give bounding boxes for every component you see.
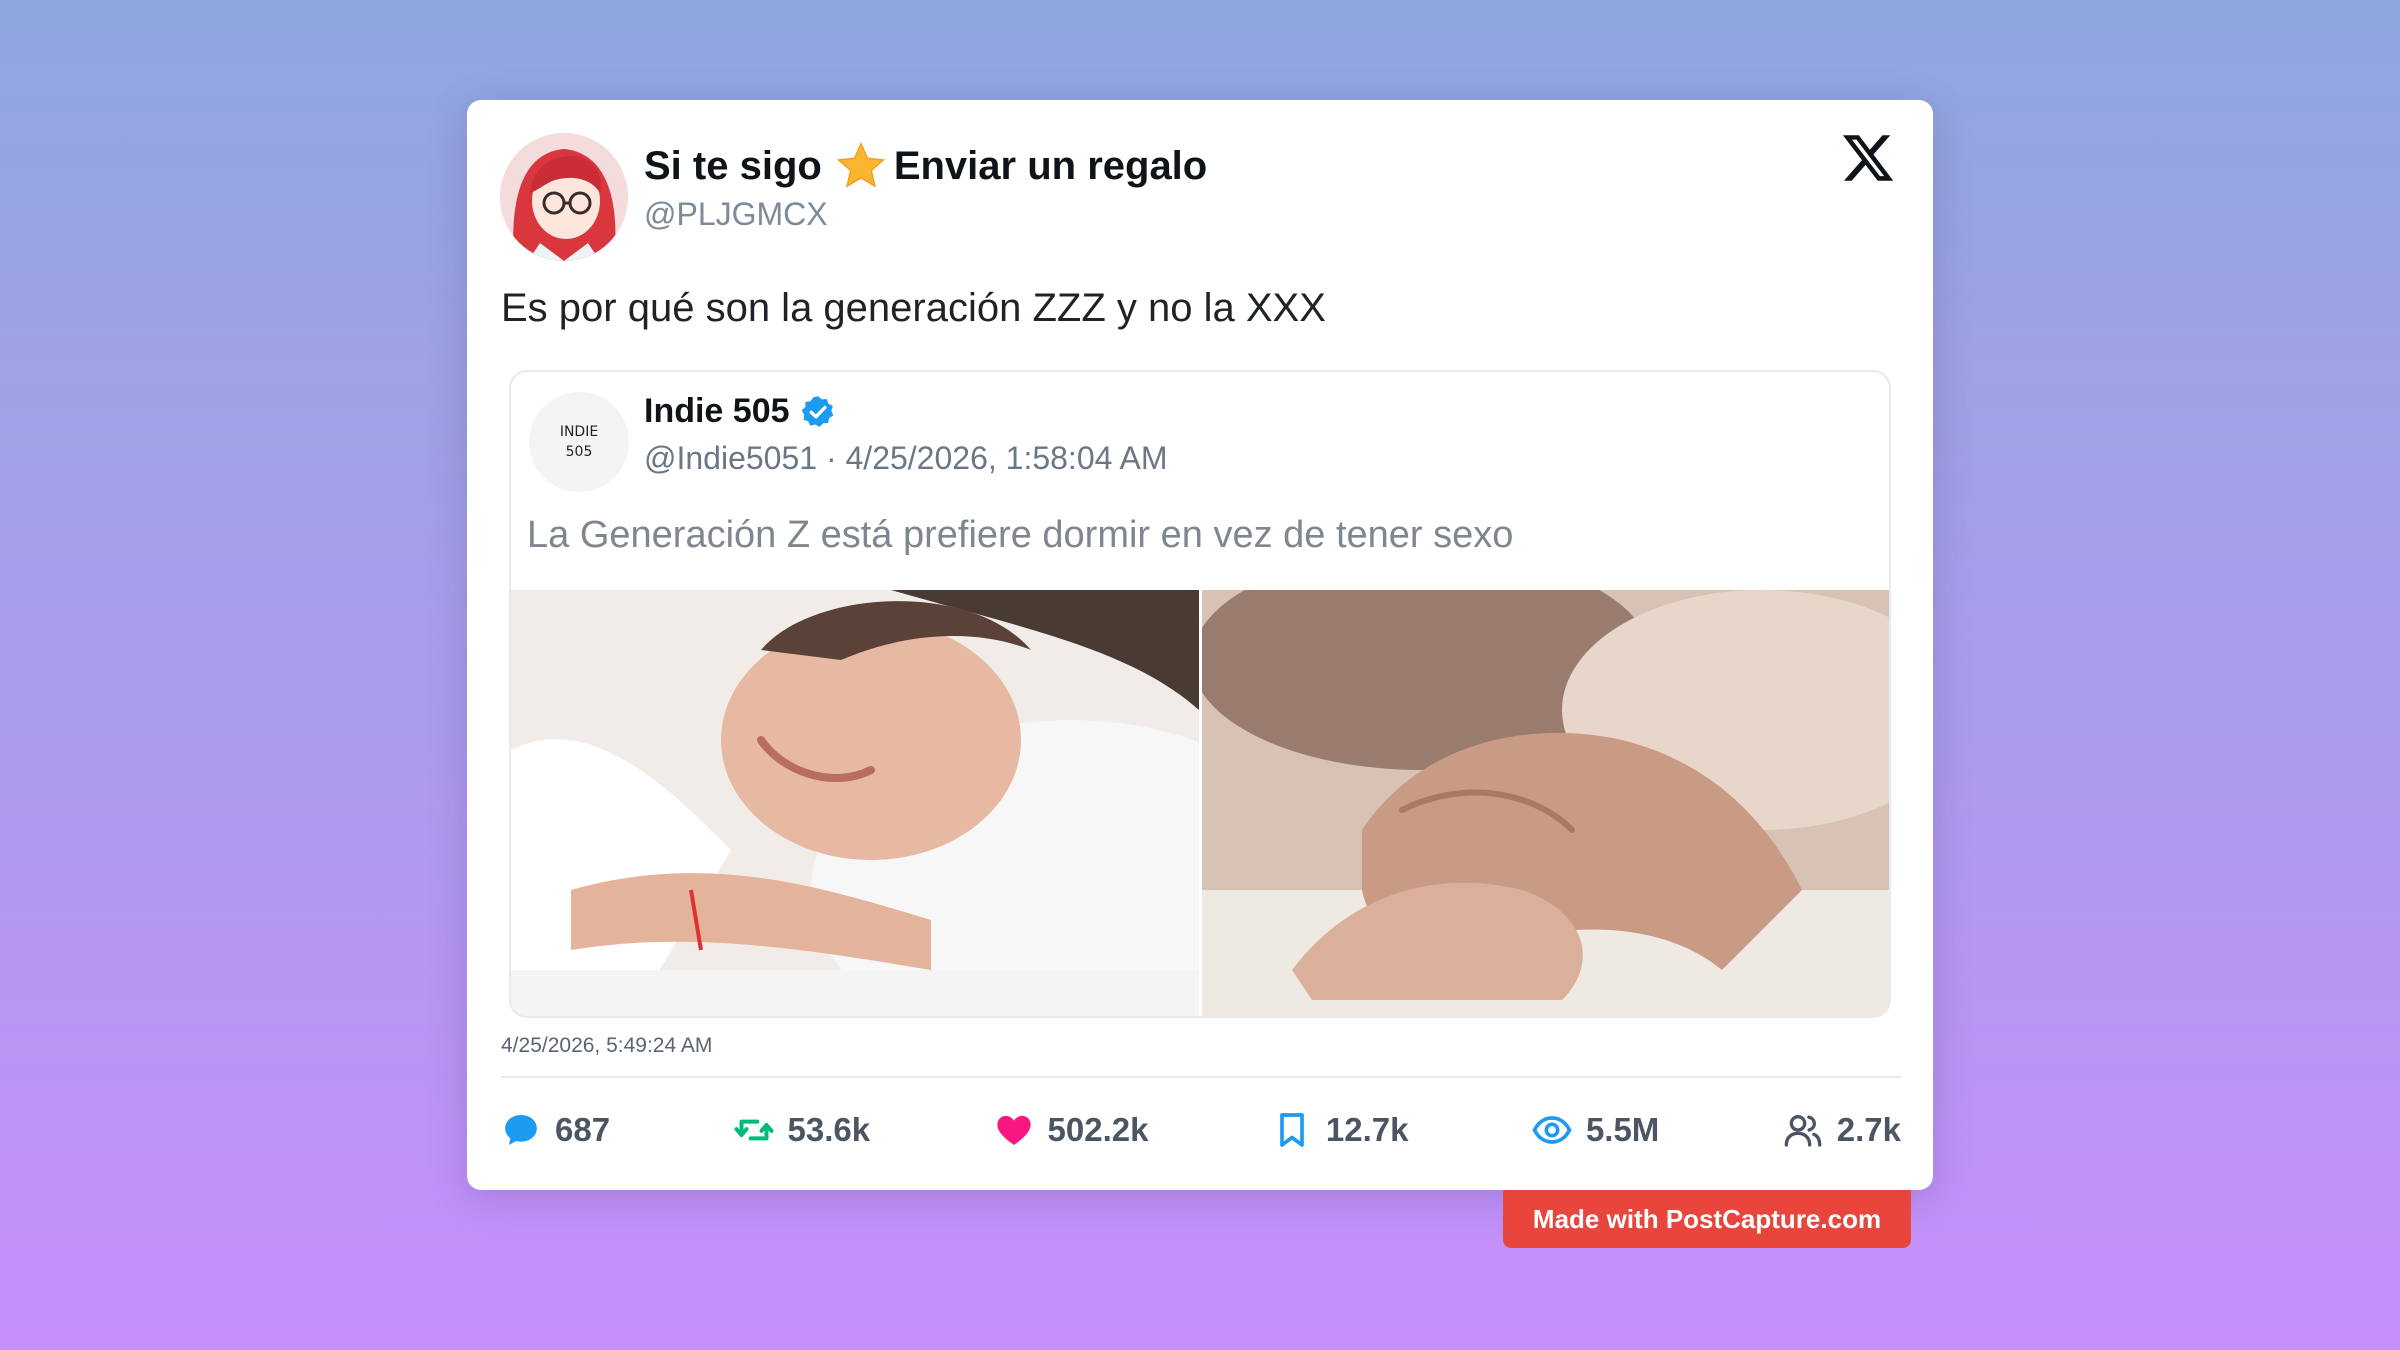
quoted-avatar-line2: 505: [565, 444, 593, 460]
stat-views[interactable]: 5.5M: [1532, 1110, 1659, 1150]
author-display-name[interactable]: Si te sigo Enviar un regalo: [644, 138, 1207, 194]
quoted-avatar-line1: INDIE: [559, 424, 599, 440]
quoted-separator: ·: [825, 440, 837, 476]
reply-icon: [505, 1115, 537, 1145]
bookmark-icon: [1280, 1113, 1304, 1147]
quoted-avatar[interactable]: INDIE 505: [529, 392, 629, 492]
stats-divider: [501, 1076, 1901, 1078]
quoted-handle[interactable]: @Indie5051: [644, 440, 817, 476]
retweet-icon: [734, 1119, 773, 1141]
stat-followers[interactable]: 2.7k: [1783, 1110, 1901, 1150]
author-name-part1: Si te sigo: [644, 143, 822, 188]
quoted-meta: @Indie5051 · 4/25/2026, 1:58:04 AM: [644, 440, 1168, 477]
quoted-image-right[interactable]: [1202, 590, 1889, 1016]
tweet-timestamp[interactable]: 4/25/2026, 5:49:24 AM: [501, 1034, 712, 1058]
quoted-text: La Generación Z está prefiere dormir en …: [527, 514, 1514, 556]
quoted-display-name: Indie 505: [644, 392, 790, 430]
followers-count: 2.7k: [1836, 1111, 1901, 1148]
postcapture-watermark[interactable]: Made with PostCapture.com: [1503, 1190, 1911, 1248]
bookmarks-count: 12.7k: [1325, 1111, 1409, 1148]
likes-count: 502.2k: [1047, 1111, 1149, 1148]
verified-badge-icon: [801, 395, 833, 427]
star-icon: [836, 141, 885, 188]
quoted-name-row[interactable]: Indie 505: [644, 392, 836, 431]
followers-icon: [1784, 1115, 1822, 1147]
tweet-card: Si te sigo Enviar un regalo @PLJGMCX Es …: [467, 100, 1933, 1190]
stats-bar: 687 53.6k 502.2k 12.7k 5.5M 2.7k: [501, 1100, 1901, 1160]
x-logo-icon[interactable]: [1839, 130, 1897, 186]
replies-count: 687: [555, 1111, 611, 1148]
author-name-part2: Enviar un regalo: [893, 143, 1208, 188]
author-handle[interactable]: @PLJGMCX: [644, 196, 828, 233]
stat-bookmarks[interactable]: 12.7k: [1272, 1110, 1409, 1150]
stat-retweets[interactable]: 53.6k: [734, 1110, 871, 1150]
views-icon: [1532, 1116, 1572, 1144]
quoted-image-left[interactable]: [511, 590, 1199, 1016]
tweet-text: Es por qué son la generación ZZZ y no la…: [501, 286, 1326, 330]
retweets-count: 53.6k: [787, 1111, 871, 1148]
quoted-date[interactable]: 4/25/2026, 1:58:04 AM: [846, 440, 1168, 476]
views-count: 5.5M: [1585, 1111, 1660, 1148]
stat-replies[interactable]: 687: [501, 1110, 610, 1150]
quoted-tweet[interactable]: INDIE 505 Indie 505 @Indie5051 · 4/25/20…: [509, 370, 1891, 1018]
sleeping-woman-illustration: [511, 590, 1199, 1016]
holding-hands-illustration: [1202, 590, 1889, 1016]
like-icon: [996, 1115, 1031, 1145]
author-avatar[interactable]: [500, 133, 628, 261]
stat-likes[interactable]: 502.2k: [994, 1110, 1149, 1150]
